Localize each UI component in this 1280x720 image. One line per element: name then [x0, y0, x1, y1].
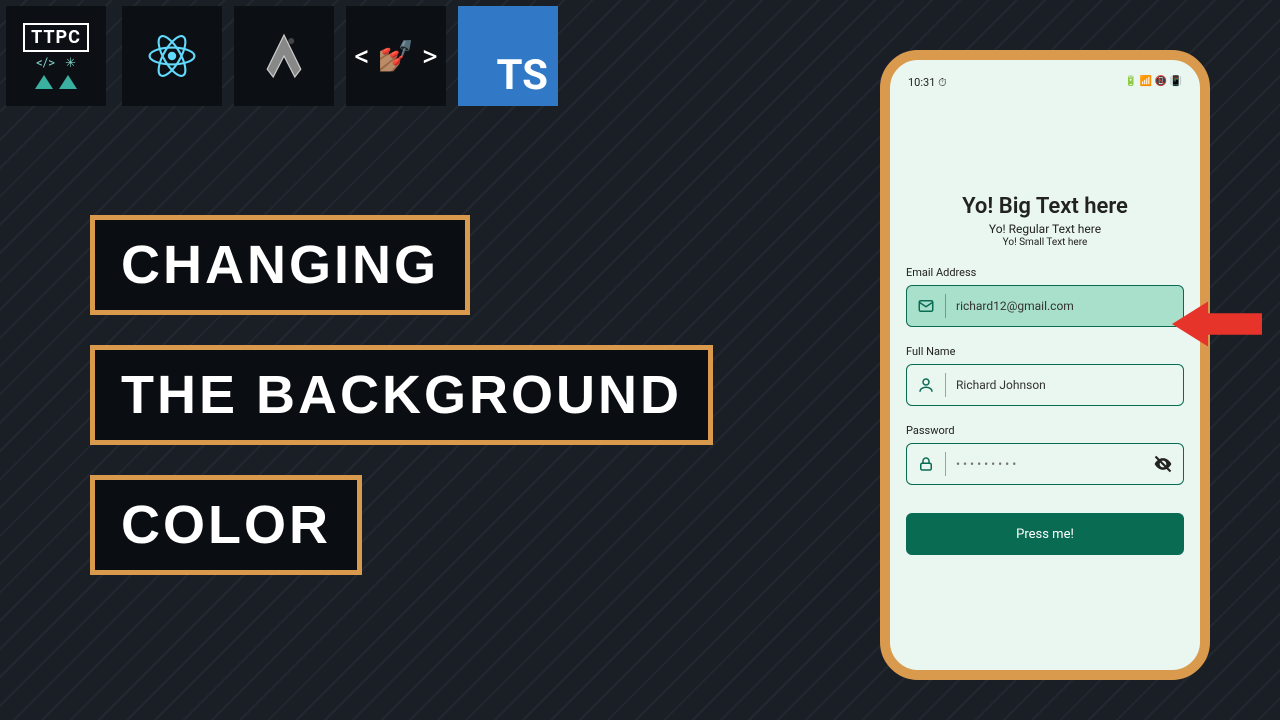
title-stack: CHANGING THE BACKGROUND COLOR: [90, 215, 713, 575]
heading-big: Yo! Big Text here: [906, 194, 1184, 219]
ts-label: TS: [496, 51, 548, 100]
red-arrow-annotation: [1172, 294, 1262, 354]
status-time: 10:31 ⏱: [908, 76, 947, 90]
phone-mockup: 10:31 ⏱ 🔋 📶 📵 📳 Yo! Big Text here Yo! Re…: [880, 50, 1210, 680]
name-value: Richard Johnson: [956, 378, 1173, 392]
title-line-2: THE BACKGROUND: [90, 345, 713, 445]
logo-triangles: [35, 75, 77, 89]
password-value: • • • • • • • • •: [956, 457, 1143, 471]
title-line-3: COLOR: [90, 475, 362, 575]
name-field[interactable]: Richard Johnson: [906, 364, 1184, 406]
submit-button[interactable]: Press me!: [906, 513, 1184, 555]
submit-label: Press me!: [1016, 527, 1074, 542]
logo-subicons: </>✳: [36, 56, 76, 71]
typescript-icon: TS: [458, 6, 558, 106]
status-bar: 10:31 ⏱ 🔋 📶 📵 📳: [890, 72, 1200, 94]
react-icon: [122, 6, 222, 106]
email-label: Email Address: [906, 266, 1184, 279]
email-icon: [917, 297, 935, 315]
password-label: Password: [906, 424, 1184, 437]
logo-text: TTPC: [23, 23, 89, 52]
name-label: Full Name: [906, 345, 1184, 358]
status-icons: 🔋 📶 📵 📳: [1125, 76, 1182, 90]
password-field[interactable]: • • • • • • • • •: [906, 443, 1184, 485]
expo-icon: [234, 6, 334, 106]
tech-stack-row: < 💅🏽 > TS: [122, 6, 558, 106]
visibility-off-icon[interactable]: [1153, 454, 1173, 474]
heading-regular: Yo! Regular Text here: [906, 222, 1184, 236]
lock-icon: [917, 455, 935, 473]
heading-small: Yo! Small Text here: [906, 237, 1184, 248]
title-line-1: CHANGING: [90, 215, 470, 315]
nail-polish-icon: < 💅🏽 >: [346, 6, 446, 106]
email-field[interactable]: richard12@gmail.com: [906, 285, 1184, 327]
channel-logo: TTPC </>✳: [6, 6, 106, 106]
person-icon: [917, 376, 935, 394]
email-value: richard12@gmail.com: [956, 299, 1173, 313]
